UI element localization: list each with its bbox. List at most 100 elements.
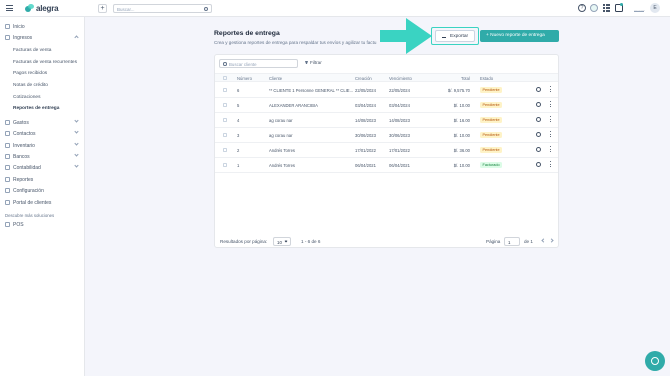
more-options-icon[interactable] [550,161,551,168]
sidebar-item-label: Gastos [13,120,29,126]
sidebar-subitem-label: Facturas de venta recurrentes [13,60,77,65]
sidebar-item-reportes[interactable]: Reportes [0,174,85,185]
row-checkbox[interactable] [223,148,227,152]
sidebar-item-label: Inicio [13,24,25,30]
next-page-icon[interactable] [549,238,554,243]
filter-icon [305,61,308,65]
view-icon[interactable] [536,162,541,167]
cell-due: 14/08/2023 [389,118,410,123]
more-options-icon[interactable] [550,146,551,153]
top-bar: alegra + Buscar... ? .......... E [0,0,670,17]
row-checkbox[interactable] [223,88,227,92]
quick-add-button[interactable]: + [98,4,107,13]
view-icon[interactable] [536,87,541,92]
table-row[interactable]: 2 Andrés Torres 17/01/2022 17/01/2022 $/. 36… [215,143,558,158]
sidebar-subitem-facturas-venta[interactable]: Facturas de venta [0,45,85,56]
table-row[interactable]: 4 ag corau nar 14/08/2023 14/08/2023 $/. 16.… [215,113,558,128]
chevron-up-icon [74,35,79,40]
client-search-input[interactable]: Buscar cliente [219,59,298,68]
row-checkbox[interactable] [223,103,227,107]
cell-client: Andrés Torres [269,148,295,153]
income-icon [5,35,10,40]
page-subtitle: Crea y gestiona reportes de entrega para… [214,40,377,45]
sidebar-subitem-label: Facturas de venta [13,48,52,53]
logo[interactable]: alegra [25,3,59,13]
column-header-client[interactable]: Cliente [269,76,282,81]
menu-icon[interactable] [6,5,13,11]
calendar-icon[interactable] [590,4,598,12]
export-button[interactable]: Exportar [435,30,475,42]
page-number-input[interactable]: 1 [504,237,520,246]
sidebar-item-gastos[interactable]: Gastos [0,117,85,128]
sidebar-item-configuracion[interactable]: Configuración [0,185,85,196]
table-row[interactable]: 3 ag corau nar 30/06/2023 30/06/2023 $/. 10.… [215,128,558,143]
cell-number: 3 [237,133,240,138]
new-delivery-report-button[interactable]: + Nuevo reporte de entrega [480,30,559,42]
cell-due: 22/05/2024 [389,88,410,93]
filter-label: Filtrar [310,60,322,65]
view-icon[interactable] [536,132,541,137]
cell-client: ** CLIENTE 1 Personne GENERAL ** CLIE... [269,88,354,93]
column-header-due[interactable]: Vencimiento [389,76,412,81]
sidebar-item-inventario[interactable]: Inventario [0,140,85,151]
sidebar-subitem-pagos-recibidos[interactable]: Pagos recibidos [0,68,85,79]
more-options-icon[interactable] [550,86,551,93]
notification-dot [620,3,623,6]
cell-created: 22/05/2024 [355,88,376,93]
per-page-select[interactable]: 10 [273,237,291,246]
cell-client: ag corau nar [269,133,293,138]
help-chat-button[interactable] [645,351,665,371]
table-row[interactable]: 6 ** CLIENTE 1 Personne GENERAL ** CLIE..… [215,83,558,98]
bank-icon [5,154,10,159]
company-underline [634,11,644,12]
sidebar-item-label: Bancos [13,154,30,160]
home-icon [5,24,10,29]
column-header-total[interactable]: Total [461,76,470,81]
select-all-checkbox[interactable] [223,76,227,80]
help-icon[interactable]: ? [578,4,586,12]
apps-grid-icon[interactable] [603,4,611,12]
search-icon [204,7,208,11]
sidebar-item-ingresos[interactable]: Ingresos [0,32,85,43]
sidebar-item-contactos[interactable]: Contactos [0,128,85,139]
sidebar-subitem-notas-credito[interactable]: Notas de crédito [0,80,85,91]
gear-icon [5,188,10,193]
sidebar-item-inicio[interactable]: Inicio [0,21,85,32]
row-checkbox[interactable] [223,163,227,167]
avatar[interactable]: E [650,3,660,13]
sidebar-subitem-cotizaciones[interactable]: Cotizaciones [0,92,85,103]
chevron-down-icon [74,129,79,134]
reports-icon [5,177,10,182]
row-checkbox[interactable] [223,118,227,122]
pagination-bar: Resultados por página: 10 1 - 6 de 6 Pág… [215,236,558,248]
prev-page-icon[interactable] [541,238,546,243]
more-options-icon[interactable] [550,116,551,123]
per-page-value: 10 [277,239,282,245]
cell-number: 2 [237,148,240,153]
column-header-number[interactable]: Número [237,76,252,81]
sidebar-subitem-reportes-entrega[interactable]: Reportes de entrega [0,103,85,114]
table-row[interactable]: 1 Andrés Torres 06/04/2021 06/04/2021 $/. 10… [215,158,558,173]
view-icon[interactable] [536,147,541,152]
more-options-icon[interactable] [550,131,551,138]
sidebar-item-bancos[interactable]: Bancos [0,151,85,162]
status-badge: Pendiente [480,117,503,123]
sidebar-subitem-facturas-recurrentes[interactable]: Facturas de venta recurrentes [0,57,85,68]
delivery-reports-table: Buscar cliente Filtrar Número Cliente Cr… [214,54,559,248]
new-button-label: Nuevo reporte de entrega [490,33,545,38]
column-header-created[interactable]: Creación [355,76,372,81]
more-options-icon[interactable] [550,101,551,108]
column-header-status[interactable]: Estado [480,76,493,81]
row-checkbox[interactable] [223,133,227,137]
sidebar-item-contabilidad[interactable]: Contabilidad [0,162,85,173]
global-search-input[interactable]: Buscar... [113,4,212,13]
sidebar-item-pos[interactable]: POS [0,219,85,230]
view-icon[interactable] [536,102,541,107]
cell-number: 1 [237,163,240,168]
sidebar-item-label: Ingresos [13,35,33,41]
sidebar-item-portal-clientes[interactable]: Portal de clientes [0,197,85,208]
table-row[interactable]: 5 ALEXANDER ARANCIBIA 03/04/2024 03/04/2024… [215,98,558,113]
table-header: Número Cliente Creación Vencimiento Tota… [215,73,558,82]
filter-button[interactable]: Filtrar [305,60,322,65]
view-icon[interactable] [536,117,541,122]
